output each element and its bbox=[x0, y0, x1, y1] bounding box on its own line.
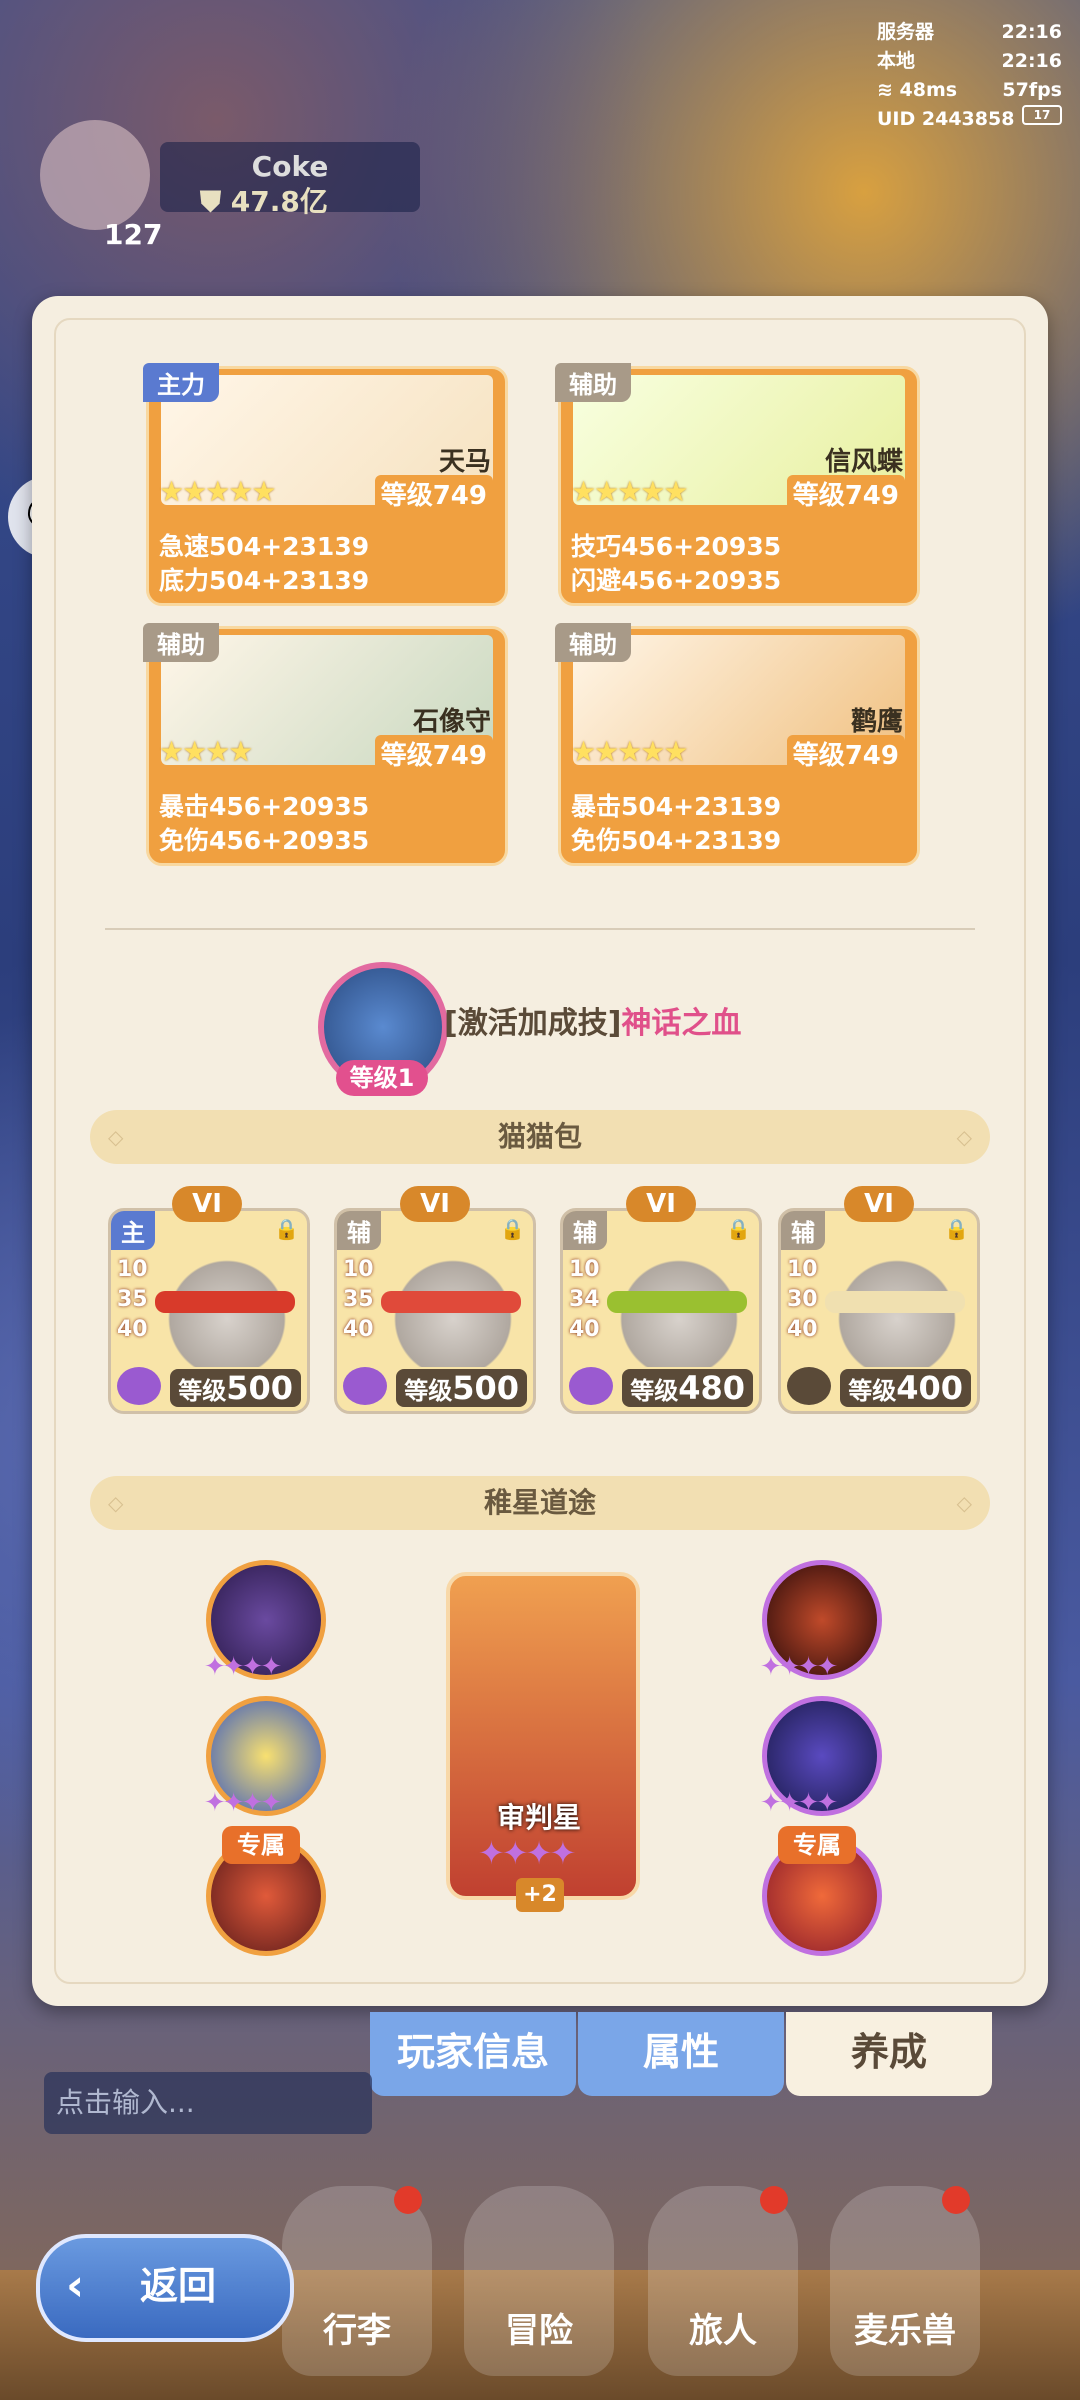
tab-player-info[interactable]: 玩家信息 bbox=[370, 2012, 576, 2096]
pet-level: 等级749 bbox=[374, 735, 493, 772]
pet-stars: ★★★★★ bbox=[159, 475, 277, 508]
pet-name: 石像守 bbox=[412, 707, 491, 737]
cat-numbers: 10 30 40 bbox=[787, 1257, 818, 1342]
tab-attributes[interactable]: 属性 bbox=[578, 2012, 784, 2096]
paw-icon bbox=[343, 1367, 387, 1405]
diamond-icon: ◇ bbox=[956, 1491, 972, 1515]
exclusive-label: 专属 bbox=[778, 1826, 856, 1864]
pet-level: 等级749 bbox=[374, 475, 493, 512]
exclusive-label: 专属 bbox=[222, 1826, 300, 1864]
pet-level: 等级749 bbox=[786, 735, 905, 772]
pet-name: 鹳鹰 bbox=[850, 707, 903, 737]
star-rating: ✦✦✦✦ bbox=[204, 1652, 282, 1682]
star-path-header: ◇ 稚星道途 ◇ bbox=[90, 1476, 990, 1530]
cat-numbers: 10 35 40 bbox=[343, 1257, 374, 1342]
lock-icon: 🔒 bbox=[726, 1217, 751, 1241]
cat-band bbox=[825, 1291, 965, 1313]
paw-icon bbox=[117, 1367, 161, 1405]
pet-card[interactable]: 辅助 石像守 ★★★★ 等级749 暴击456+20935 免伤456+2093… bbox=[143, 623, 508, 866]
pet-role-tag: 辅助 bbox=[555, 363, 631, 402]
star-rating: ✦✦✦✦ bbox=[760, 1652, 838, 1682]
pet-stat: 免伤504+23139 bbox=[571, 826, 782, 855]
nav-mailer[interactable]: 麦乐兽 bbox=[830, 2186, 980, 2376]
player-header[interactable]: 127 Coke ⛊ 47.8亿 bbox=[40, 120, 420, 251]
cat-numbers: 10 34 40 bbox=[569, 1257, 600, 1342]
cat-role-tag: 辅 bbox=[781, 1211, 825, 1250]
cat-level: 等级400 bbox=[840, 1369, 971, 1407]
cat-rank: VI bbox=[172, 1186, 242, 1222]
pet-role-tag: 辅助 bbox=[555, 623, 631, 662]
pet-stars: ★★★★ bbox=[159, 735, 253, 768]
lock-icon: 🔒 bbox=[274, 1217, 299, 1241]
cat-role-tag: 辅 bbox=[563, 1211, 607, 1250]
pet-name: 信风蝶 bbox=[824, 447, 903, 477]
pet-level: 等级749 bbox=[786, 475, 905, 512]
pet-stat: 暴击456+20935 bbox=[159, 792, 370, 821]
pet-stat: 闪避456+20935 bbox=[571, 566, 782, 595]
cat-rank: VI bbox=[626, 1186, 696, 1222]
skill-description[interactable]: [激活加成技]神话之血 bbox=[444, 998, 741, 1042]
pet-stat: 技巧456+20935 bbox=[571, 532, 782, 561]
pet-role-tag: 辅助 bbox=[143, 623, 219, 662]
pet-stat: 暴击504+23139 bbox=[571, 792, 782, 821]
player-power: ⛊ 47.8亿 bbox=[200, 185, 328, 218]
pet-name: 天马 bbox=[438, 447, 491, 477]
diamond-icon: ◇ bbox=[956, 1125, 972, 1149]
pet-stat: 底力504+23139 bbox=[159, 566, 370, 595]
cat-card[interactable]: 辅 🔒 10 35 40 等级500 bbox=[334, 1208, 536, 1414]
wifi-icon: ≋ bbox=[877, 79, 893, 101]
judge-star-name: 审判星 bbox=[496, 1801, 581, 1834]
pet-card[interactable]: 辅助 鹳鹰 ★★★★★ 等级749 暴击504+23139 免伤504+2313… bbox=[555, 623, 920, 866]
avatar[interactable] bbox=[40, 120, 150, 230]
cat-band bbox=[155, 1291, 295, 1313]
battery-icon: 17 bbox=[1022, 105, 1062, 125]
pet-card[interactable]: 辅助 信风蝶 ★★★★★ 等级749 技巧456+20935 闪避456+209… bbox=[555, 363, 920, 606]
nav-luggage[interactable]: 行李 bbox=[282, 2186, 432, 2376]
pet-stat: 免伤456+20935 bbox=[159, 826, 370, 855]
status-overlay: 服务器 22:16 本地 22:16 ≋ 48ms 57fps UID 2443858… bbox=[877, 21, 1062, 130]
lock-icon: 🔒 bbox=[944, 1217, 969, 1241]
pet-role-tag: 主力 bbox=[143, 363, 219, 402]
cat-card[interactable]: 辅 🔒 10 34 40 等级480 bbox=[560, 1208, 762, 1414]
cat-numbers: 10 35 40 bbox=[117, 1257, 148, 1342]
cat-card[interactable]: 辅 🔒 10 30 40 等级400 bbox=[778, 1208, 980, 1414]
cat-role-tag: 主 bbox=[111, 1211, 155, 1250]
paw-icon bbox=[569, 1367, 613, 1405]
nav-adventure[interactable]: 冒险 bbox=[464, 2186, 614, 2376]
cat-level: 等级500 bbox=[396, 1369, 527, 1407]
judge-plus-badge: +2 bbox=[516, 1878, 564, 1912]
pet-stars: ★★★★★ bbox=[571, 735, 689, 768]
diamond-icon: ◇ bbox=[108, 1125, 124, 1149]
nav-traveler[interactable]: 旅人 bbox=[648, 2186, 798, 2376]
back-arrow-icon: ‹ bbox=[66, 2260, 85, 2311]
pet-card[interactable]: 主力 天马 ★★★★★ 等级749 急速504+23139 底力504+2313… bbox=[143, 363, 508, 606]
cat-level: 等级500 bbox=[170, 1369, 301, 1407]
cat-rank: VI bbox=[400, 1186, 470, 1222]
paw-icon bbox=[787, 1367, 831, 1405]
cat-band bbox=[607, 1291, 747, 1313]
pet-stat: 急速504+23139 bbox=[159, 532, 370, 561]
star-rating: ✦✦✦✦ bbox=[760, 1788, 838, 1818]
cat-card[interactable]: 主 🔒 10 35 40 等级500 bbox=[108, 1208, 310, 1414]
star-rating: ✦✦✦✦ bbox=[204, 1788, 282, 1818]
chat-input[interactable]: 点击输入... bbox=[44, 2072, 372, 2134]
cat-section-header: ◇ 猫猫包 ◇ bbox=[90, 1110, 990, 1164]
cat-band bbox=[381, 1291, 521, 1313]
notification-dot bbox=[760, 2186, 788, 2214]
cat-rank: VI bbox=[844, 1186, 914, 1222]
notification-dot bbox=[394, 2186, 422, 2214]
star-rating: ✦✦✦✦ bbox=[478, 1834, 576, 1872]
cat-level: 等级480 bbox=[622, 1369, 753, 1407]
player-name: Coke bbox=[251, 150, 329, 183]
skill-level: 等级1 bbox=[336, 1060, 428, 1096]
pet-stars: ★★★★★ bbox=[571, 475, 689, 508]
lock-icon: 🔒 bbox=[500, 1217, 525, 1241]
cat-role-tag: 辅 bbox=[337, 1211, 381, 1250]
tab-cultivate[interactable]: 养成 bbox=[786, 2012, 992, 2096]
divider bbox=[105, 928, 975, 930]
notification-dot bbox=[942, 2186, 970, 2214]
player-level: 127 bbox=[104, 218, 163, 251]
back-button[interactable]: ‹ 返回 bbox=[36, 2234, 294, 2342]
diamond-icon: ◇ bbox=[108, 1491, 124, 1515]
